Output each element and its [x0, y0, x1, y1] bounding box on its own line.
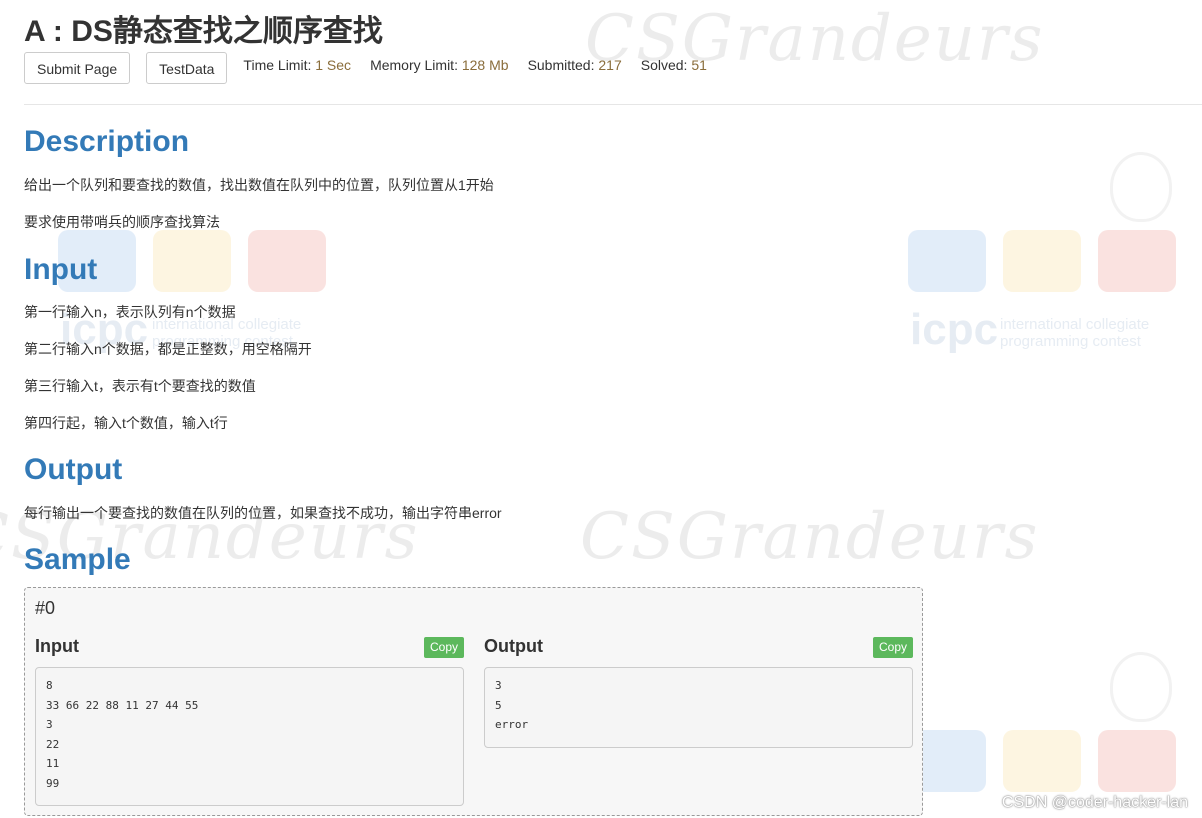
input-line: 第一行输入n，表示队列有n个数据: [24, 304, 236, 320]
sample-output-title: Output: [484, 636, 543, 656]
description-line: 要求使用带哨兵的顺序查找算法: [24, 214, 220, 230]
divider: [24, 104, 1202, 105]
submitted-count: Submitted: 217: [527, 57, 622, 73]
copy-input-button[interactable]: Copy: [424, 637, 465, 658]
sample-heading: Sample: [24, 543, 131, 576]
submit-page-button[interactable]: Submit Page: [24, 52, 131, 84]
watermark-icpc-sub: international collegiate programming con…: [1000, 316, 1150, 350]
watermark-icpc-logo-right: icpc international collegiate programmin…: [900, 150, 1200, 370]
input-line: 第三行输入t，表示有t个要查找的数值: [24, 378, 256, 394]
watermark-brand: CSGrandeurs: [580, 500, 1040, 574]
sample-case-number: #0: [35, 598, 56, 618]
sample-case: #0 Input Copy 8 33 66 22 88 11 27 44 55 …: [24, 587, 923, 816]
testdata-button[interactable]: TestData: [146, 52, 228, 84]
output-heading: Output: [24, 453, 123, 486]
sample-output-block: 3 5 error: [484, 667, 913, 748]
csdn-watermark: CSDN @coder-hacker-lan: [1001, 794, 1188, 811]
watermark-icpc-text: icpc: [910, 305, 999, 354]
solved-count: Solved: 51: [640, 57, 707, 73]
output-line: 每行输出一个要查找的数值在队列的位置，如果查找不成功，输出字符串error: [24, 505, 502, 521]
input-line: 第二行输入n个数据，都是正整数，用空格隔开: [24, 341, 312, 357]
sample-input-title: Input: [35, 636, 79, 656]
memory-limit: Memory Limit: 128 Mb: [370, 57, 509, 73]
page-title: A : DS静态查找之顺序查找: [24, 15, 383, 48]
input-line: 第四行起，输入t个数值，输入t行: [24, 415, 228, 431]
description-heading: Description: [24, 125, 190, 158]
copy-output-button[interactable]: Copy: [873, 637, 914, 658]
time-limit: Time Limit: 1 Sec: [243, 57, 352, 73]
description-line: 给出一个队列和要查找的数值，找出数值在队列中的位置，队列位置从1开始: [24, 177, 494, 193]
sample-input-block: 8 33 66 22 88 11 27 44 55 3 22 11 99: [35, 667, 464, 806]
input-heading: Input: [24, 253, 98, 286]
problem-toolbar: Submit Page TestData Time Limit: 1 Sec M…: [24, 51, 726, 85]
watermark-icpc-logo-bottom: [900, 650, 1200, 818]
